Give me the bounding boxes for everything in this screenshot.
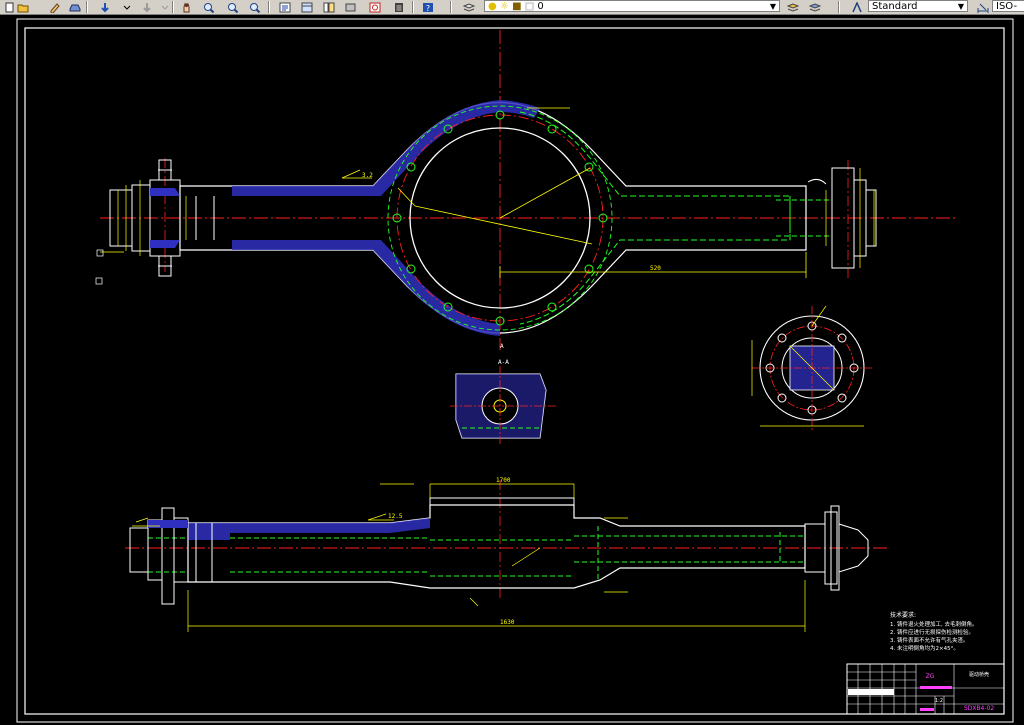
text-style-icon[interactable] <box>850 1 864 13</box>
tech-req-line-2: 2. 铸件应进行无损探伤检测检验。 <box>890 628 974 636</box>
tool-palette-icon[interactable] <box>322 1 336 13</box>
scale-text: 1:2 <box>935 698 943 704</box>
title-block-magenta-small <box>920 708 934 711</box>
part-name-text: 驱动桥壳 <box>969 671 989 678</box>
drawing-canvas[interactable]: 3.2 520 A A-A 1630 1700 12.5 技术要求: 1. 铸件… <box>0 15 1024 725</box>
chevron-down-icon[interactable] <box>120 1 134 13</box>
sun-icon: ☼ <box>499 1 509 12</box>
front-length-label: 1630 <box>500 619 515 626</box>
properties-icon[interactable] <box>278 1 292 13</box>
dim-style-icon[interactable] <box>976 1 990 13</box>
section-marker: A <box>500 343 504 350</box>
center-width-label: 520 <box>650 265 661 272</box>
lightbulb-icon: ● <box>488 1 497 12</box>
zoom-window-icon[interactable] <box>226 1 240 13</box>
layer-state-icon[interactable] <box>786 1 800 13</box>
sheet-set-icon[interactable] <box>344 1 358 13</box>
dim-style-value: ISO- <box>996 1 1018 12</box>
markup-icon[interactable] <box>368 1 382 13</box>
tech-req-line-1: 1. 铸件退火处理加工, 去毛刺倒角。 <box>890 620 978 628</box>
tech-req-title: 技术要求: <box>890 611 916 619</box>
dim-style-dropdown[interactable]: ISO- <box>992 0 1024 12</box>
chevron-down-icon[interactable] <box>158 1 172 13</box>
layer-value: 0 <box>537 1 544 12</box>
calculator-icon[interactable] <box>392 1 406 13</box>
undo-icon[interactable] <box>98 1 112 13</box>
front-left-hatch <box>148 520 188 528</box>
text-style-value: Standard <box>872 1 918 12</box>
text-style-dropdown[interactable]: Standard ▼ <box>868 0 968 12</box>
pan-icon[interactable] <box>180 1 194 13</box>
help-icon[interactable]: ? <box>421 1 435 13</box>
open-icon[interactable] <box>16 1 30 13</box>
new-icon[interactable] <box>2 1 16 13</box>
pencil-icon[interactable] <box>48 1 62 13</box>
svg-text:?: ? <box>426 4 430 13</box>
front-roughness-label: 12.5 <box>388 513 403 520</box>
zoom-realtime-icon[interactable] <box>202 1 216 13</box>
roughness-label: 3.2 <box>362 172 373 179</box>
section-title: A-A <box>498 359 509 366</box>
title-block-fill <box>848 689 894 695</box>
layer-previous-icon[interactable] <box>808 1 822 13</box>
tech-req-line-4: 4. 未注明倒角均为2×45°。 <box>890 644 959 652</box>
lock-icon: ■ <box>512 1 522 12</box>
title-block-magenta-bar <box>920 686 952 689</box>
layer-dropdown[interactable]: ● ☼ ■ □ 0 ▼ <box>484 0 780 12</box>
material-text: ZG <box>926 673 935 680</box>
car-icon[interactable] <box>68 1 82 13</box>
redo-icon[interactable] <box>140 1 154 13</box>
tech-req-line-3: 3. 铸件表面不允许有气孔夹渣。 <box>890 636 969 644</box>
boss-length-label: 1700 <box>496 477 511 484</box>
standard-toolbar: ? ● ☼ ■ □ 0 ▼ Standard ▼ ISO- <box>0 0 1024 15</box>
layer-manager-icon[interactable] <box>462 1 476 13</box>
zoom-previous-icon[interactable] <box>248 1 262 13</box>
design-center-icon[interactable] <box>300 1 314 13</box>
drawing-number-text: SDXB4-02 <box>964 705 994 712</box>
layer-color-icon: □ <box>524 1 535 12</box>
chevron-down-icon: ▼ <box>769 2 777 11</box>
chevron-down-icon: ▼ <box>957 2 965 11</box>
